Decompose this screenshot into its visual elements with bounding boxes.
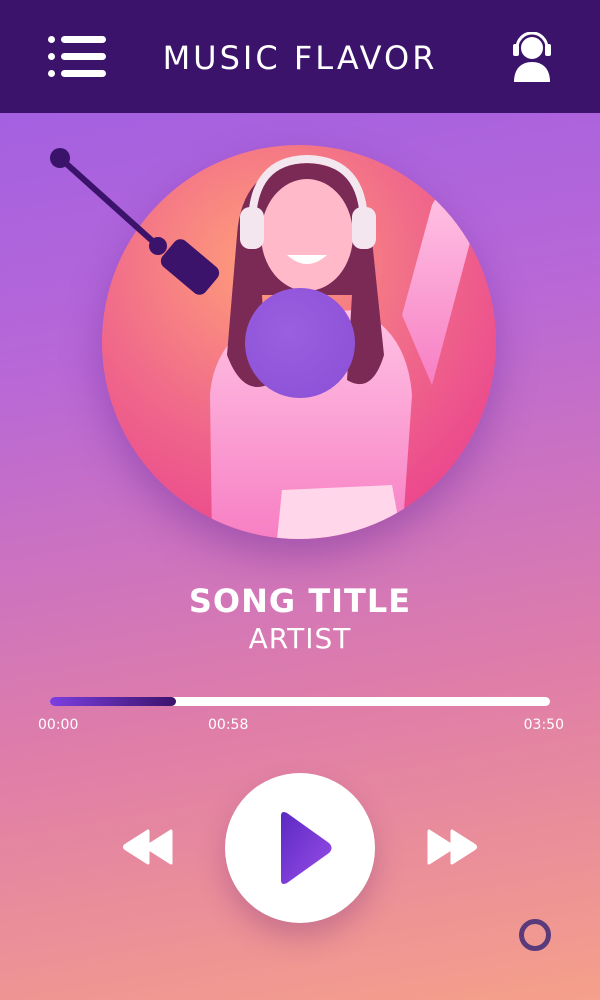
app-header: MUSIC FLAVOR [0,0,600,113]
disc-center-hole [245,288,355,398]
rewind-button[interactable] [122,828,174,866]
fast-forward-icon [427,829,477,865]
progress-bar[interactable] [50,697,550,706]
play-button[interactable] [225,773,375,923]
play-icon [281,812,332,884]
artist-name: ARTIST [248,622,352,655]
user-headphones-icon [513,31,551,82]
menu-button[interactable] [48,36,108,80]
time-total: 03:50 [523,717,564,733]
tonearm [50,148,220,295]
fast-forward-button[interactable] [426,828,478,866]
time-current: 00:58 [208,717,249,733]
profile-button[interactable] [510,31,554,84]
progress-fill [50,697,176,706]
ring-icon[interactable] [519,919,551,951]
app-title: MUSIC FLAVOR [162,39,438,77]
song-title: SONG TITLE [188,582,412,620]
time-start: 00:00 [38,717,79,733]
rewind-icon [123,829,173,865]
